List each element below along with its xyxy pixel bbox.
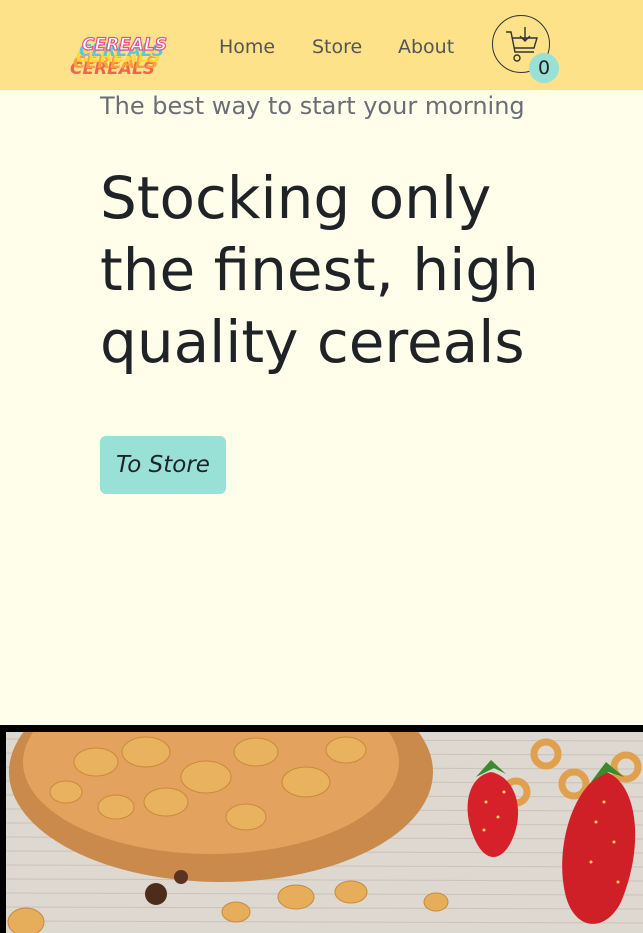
cart-count-badge: 0 — [529, 53, 559, 83]
nav-store[interactable]: Store — [312, 36, 362, 58]
nav-home[interactable]: Home — [219, 36, 275, 58]
nav-about[interactable]: About — [398, 36, 454, 58]
cereal-bowl-photo — [6, 732, 643, 933]
to-store-button[interactable]: To Store — [100, 436, 226, 494]
cereals-logo[interactable]: CEREALS CEREALS CEREALS CEREALS CEREALS — [66, 34, 182, 80]
hero-tagline: The best way to start your morning — [100, 92, 525, 120]
hero-title: Stocking only the finest, high quality c… — [100, 164, 539, 376]
site-header: CEREALS CEREALS CEREALS CEREALS CEREALS … — [0, 0, 643, 90]
svg-text:CEREALS: CEREALS — [82, 35, 167, 55]
